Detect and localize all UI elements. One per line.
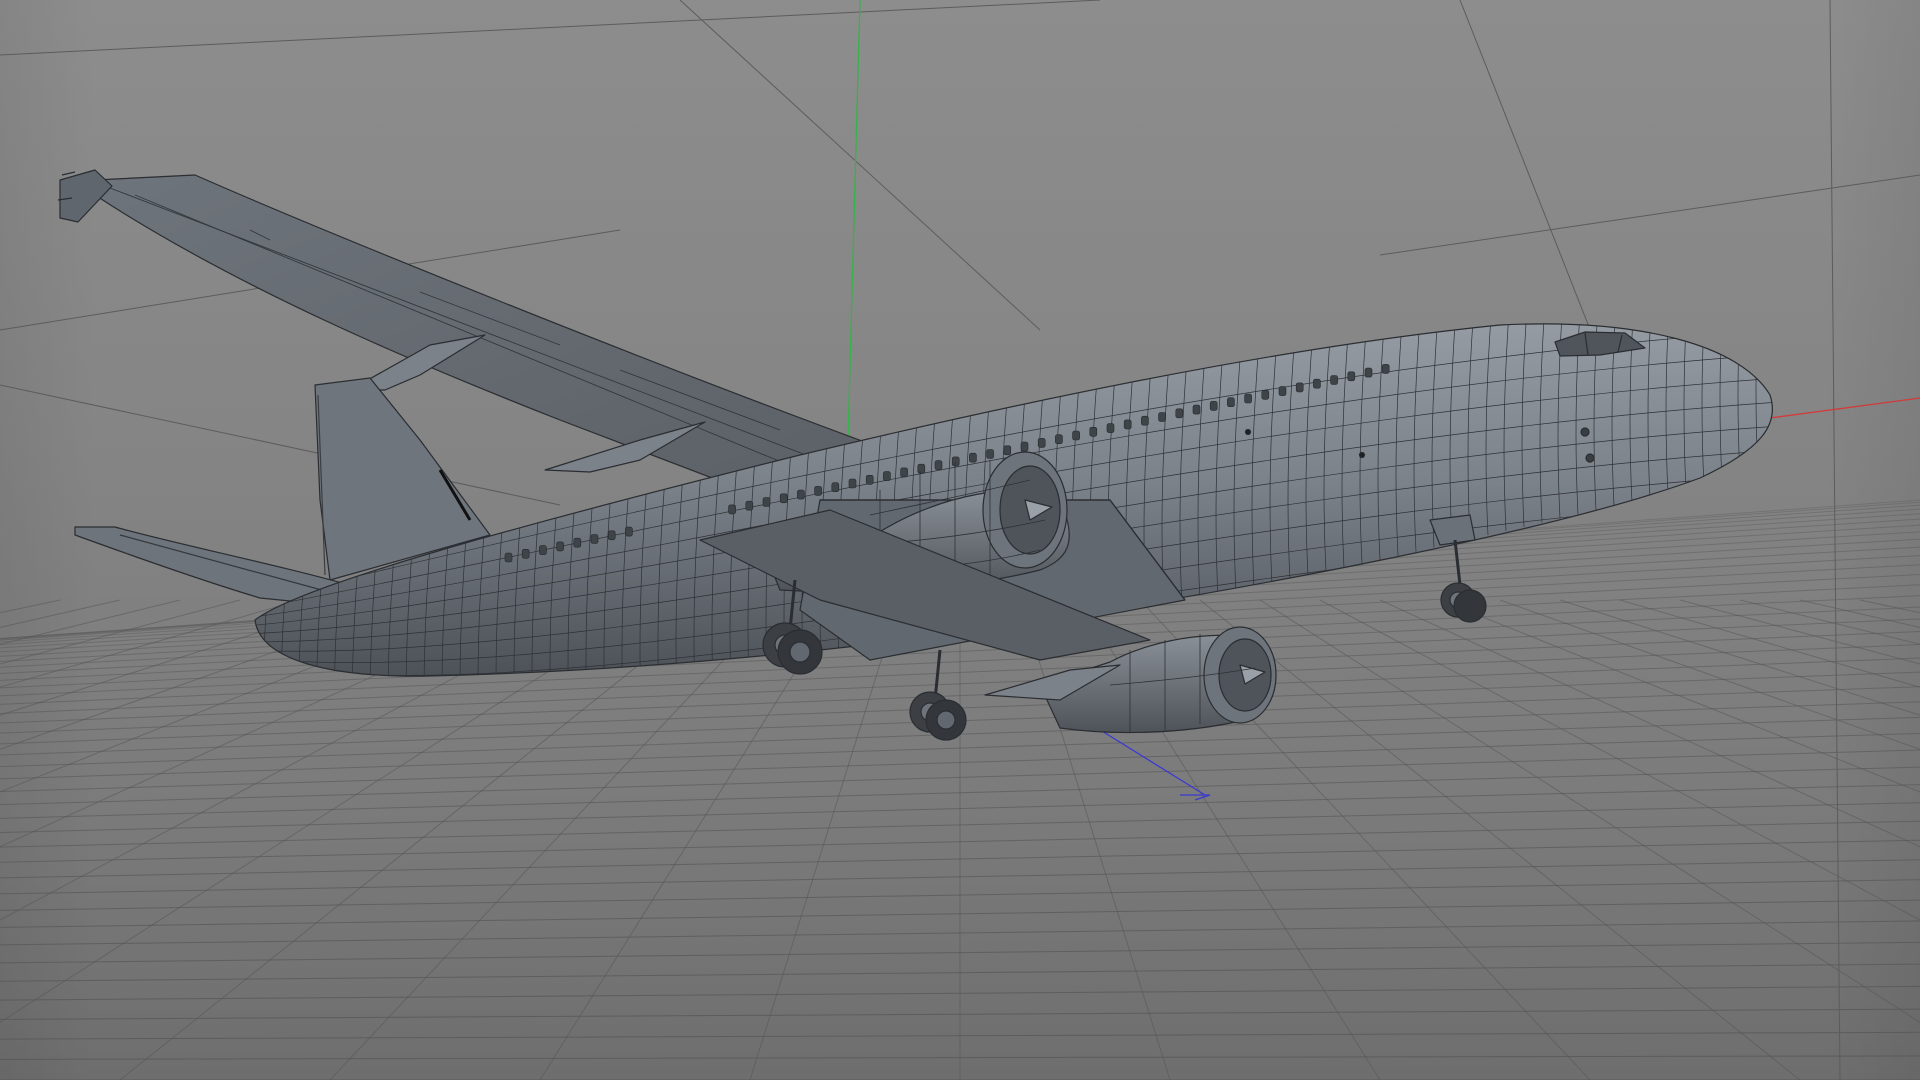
cabin-window: [865, 474, 874, 485]
door-indicator-1: [1580, 427, 1590, 437]
3d-viewport[interactable]: [0, 0, 1920, 1080]
cabin-window: [1158, 412, 1166, 422]
sensor-dot-1: [1358, 451, 1366, 459]
cabin-window: [504, 552, 513, 563]
cabin-window: [1055, 434, 1063, 445]
cabin-window: [1192, 404, 1201, 415]
grid-line: [1679, 599, 1920, 665]
cabin-window: [883, 471, 891, 481]
grid-line: [1439, 599, 1920, 793]
airplane-model: [57, 169, 1782, 741]
cabin-window: [607, 530, 616, 541]
cabin-window: [1175, 408, 1184, 419]
cabin-window: [1123, 419, 1132, 430]
cabin-window: [728, 504, 736, 515]
cabin-window: [779, 493, 788, 504]
cabin-window: [1141, 415, 1149, 426]
cabin-window: [1347, 371, 1356, 382]
y-axis: [847, 0, 861, 441]
grid-line: [749, 599, 901, 1080]
cabin-window: [1020, 441, 1029, 452]
cabin-window: [969, 452, 977, 463]
cabin-window: [1209, 401, 1218, 411]
x-axis: [1769, 397, 1920, 419]
cabin-window: [848, 478, 857, 489]
fuselage-frame-line: [1774, 209, 1782, 469]
sensor-dot-2: [1244, 428, 1252, 436]
cabin-window: [1244, 393, 1252, 404]
cabin-window: [1089, 426, 1098, 437]
cabin-window: [814, 486, 822, 496]
cabin-window: [745, 500, 754, 511]
cabin-window: [797, 489, 805, 500]
cabin-window: [1227, 397, 1235, 408]
door-indicator-2: [1585, 453, 1595, 463]
cabin-window: [590, 534, 599, 544]
cabin-window: [1072, 430, 1080, 441]
cabin-window: [521, 548, 530, 559]
grid-line: [0, 599, 121, 628]
cabin-window: [539, 545, 547, 555]
cabin-window: [1364, 367, 1373, 378]
cabin-window: [1037, 438, 1046, 448]
grid-line: [1259, 599, 1920, 1023]
cabin-window: [625, 526, 633, 537]
cabin-window: [934, 460, 943, 470]
cabin-window: [1330, 375, 1338, 385]
cabin-window: [1313, 378, 1321, 389]
cabin-window: [1106, 423, 1115, 433]
far-wing: [94, 174, 901, 501]
cabin-window: [986, 449, 994, 459]
cabin-window: [1278, 386, 1287, 396]
cabin-window: [1381, 364, 1390, 374]
cabin-window: [831, 482, 840, 493]
cabin-window: [917, 463, 926, 474]
grid-line: [1739, 599, 1920, 645]
grid-line: [1199, 599, 1801, 1080]
cabin-window: [1003, 445, 1012, 456]
cabin-window: [762, 497, 771, 507]
cabin-window: [900, 467, 908, 478]
viewport-canvas[interactable]: [0, 0, 1920, 1080]
cabin-window: [556, 541, 564, 552]
grid-line: [1799, 599, 1920, 628]
cabin-window: [573, 537, 582, 548]
cabin-window: [1295, 382, 1304, 393]
cabin-window: [951, 456, 960, 467]
z-axis-marker: [1180, 794, 1211, 801]
cabin-window: [1261, 389, 1270, 400]
